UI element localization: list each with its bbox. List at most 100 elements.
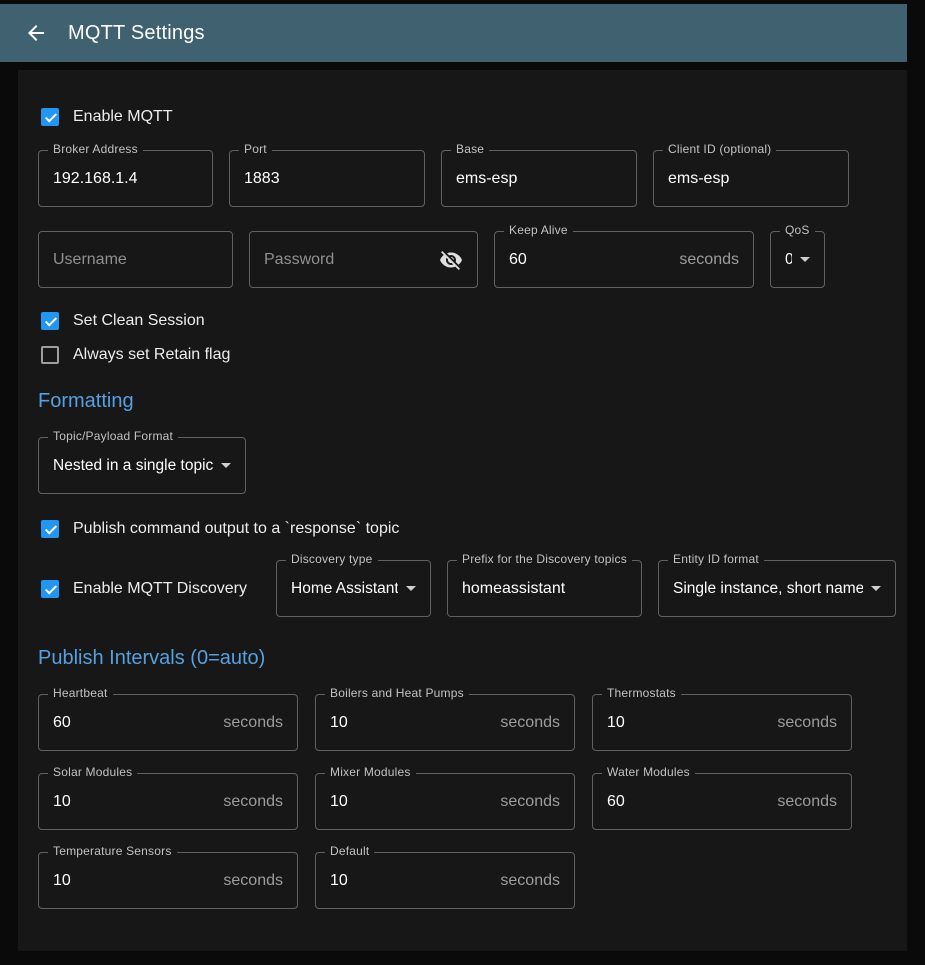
field-label: Mixer Modules — [325, 765, 416, 779]
field-label: Water Modules — [602, 765, 695, 779]
seconds-suffix: seconds — [500, 714, 560, 732]
intervals-grid: Heartbeat seconds Boilers and Heat Pumps… — [38, 694, 887, 909]
mixer-interval-field[interactable]: Mixer Modules seconds — [315, 773, 575, 830]
field-label: Default — [325, 844, 374, 858]
credentials-row: Keep Alive seconds QoS 0 — [38, 231, 887, 288]
keep-alive-input[interactable] — [509, 251, 671, 269]
thermostats-interval-input[interactable] — [607, 714, 769, 732]
base-field[interactable]: Base — [441, 150, 637, 207]
seconds-suffix: seconds — [223, 872, 283, 890]
discovery-prefix-field[interactable]: Prefix for the Discovery topics — [447, 560, 642, 617]
thermostats-interval-field[interactable]: Thermostats seconds — [592, 694, 852, 751]
boilers-interval-field[interactable]: Boilers and Heat Pumps seconds — [315, 694, 575, 751]
clean-session-checkbox[interactable] — [41, 312, 59, 330]
username-input[interactable] — [53, 251, 218, 269]
field-label: Client ID (optional) — [663, 142, 776, 156]
discovery-row: Enable MQTT Discovery Discovery type Hom… — [38, 560, 887, 617]
clean-session-label: Set Clean Session — [73, 312, 205, 330]
discovery-prefix-input[interactable] — [462, 580, 627, 598]
water-interval-input[interactable] — [607, 793, 769, 811]
field-label: Prefix for the Discovery topics — [457, 552, 632, 566]
default-interval-field[interactable]: Default seconds — [315, 852, 575, 909]
chevron-down-icon — [221, 463, 231, 468]
default-interval-input[interactable] — [330, 872, 492, 890]
clean-session-row[interactable]: Set Clean Session — [38, 312, 887, 330]
field-label: Solar Modules — [48, 765, 137, 779]
qos-value: 0 — [785, 251, 792, 269]
field-label: Broker Address — [48, 142, 143, 156]
seconds-suffix: seconds — [223, 714, 283, 732]
enable-mqtt-label: Enable MQTT — [73, 108, 173, 126]
base-input[interactable] — [456, 170, 622, 188]
mqtt-discovery-checkbox[interactable] — [41, 580, 59, 598]
visibility-off-icon — [439, 248, 463, 272]
seconds-suffix: seconds — [679, 251, 739, 269]
field-label: Discovery type — [286, 552, 378, 566]
retain-flag-row[interactable]: Always set Retain flag — [38, 346, 887, 364]
heartbeat-interval-input[interactable] — [53, 714, 215, 732]
username-field[interactable] — [38, 231, 233, 288]
field-label: Base — [451, 142, 489, 156]
page-title: MQTT Settings — [68, 22, 205, 45]
publish-intervals-heading: Publish Intervals (0=auto) — [38, 647, 887, 670]
discovery-type-select[interactable]: Discovery type Home Assistant — [276, 560, 431, 617]
mqtt-discovery-label: Enable MQTT Discovery — [73, 580, 247, 598]
entity-id-format-select[interactable]: Entity ID format Single instance, short … — [658, 560, 896, 617]
field-label: Boilers and Heat Pumps — [325, 686, 469, 700]
mixer-interval-input[interactable] — [330, 793, 492, 811]
publish-response-checkbox[interactable] — [41, 520, 59, 538]
field-label: Entity ID format — [668, 552, 764, 566]
chevron-down-icon — [406, 586, 416, 591]
toggle-password-visibility-button[interactable] — [439, 248, 463, 272]
broker-address-field[interactable]: Broker Address — [38, 150, 213, 207]
topic-payload-format-select[interactable]: Topic/Payload Format Nested in a single … — [38, 437, 246, 494]
seconds-suffix: seconds — [223, 793, 283, 811]
port-input[interactable] — [244, 170, 410, 188]
temperature-sensors-interval-input[interactable] — [53, 872, 215, 890]
formatting-heading: Formatting — [38, 390, 887, 413]
field-label: Heartbeat — [48, 686, 113, 700]
password-input[interactable] — [264, 251, 431, 269]
mqtt-discovery-row[interactable]: Enable MQTT Discovery — [38, 580, 260, 598]
solar-interval-field[interactable]: Solar Modules seconds — [38, 773, 298, 830]
publish-response-row[interactable]: Publish command output to a `response` t… — [38, 520, 887, 538]
temperature-sensors-interval-field[interactable]: Temperature Sensors seconds — [38, 852, 298, 909]
retain-flag-checkbox[interactable] — [41, 346, 59, 364]
client-id-input[interactable] — [668, 170, 834, 188]
field-label: Topic/Payload Format — [48, 429, 178, 443]
chevron-down-icon — [800, 257, 810, 262]
mqtt-settings-panel: Enable MQTT Broker Address Port Base Cli… — [18, 70, 907, 951]
seconds-suffix: seconds — [777, 793, 837, 811]
chevron-down-icon — [871, 586, 881, 591]
field-label: Keep Alive — [504, 223, 573, 237]
field-label: Port — [239, 142, 272, 156]
enable-mqtt-checkbox[interactable] — [41, 108, 59, 126]
client-id-field[interactable]: Client ID (optional) — [653, 150, 849, 207]
broker-address-input[interactable] — [53, 170, 198, 188]
seconds-suffix: seconds — [500, 872, 560, 890]
app-bar: MQTT Settings — [0, 4, 907, 62]
seconds-suffix: seconds — [500, 793, 560, 811]
port-field[interactable]: Port — [229, 150, 425, 207]
qos-select[interactable]: QoS 0 — [770, 231, 825, 288]
field-label: Thermostats — [602, 686, 681, 700]
entity-id-format-value: Single instance, short name — [673, 580, 863, 598]
topic-format-row: Topic/Payload Format Nested in a single … — [38, 437, 887, 494]
keep-alive-field[interactable]: Keep Alive seconds — [494, 231, 754, 288]
solar-interval-input[interactable] — [53, 793, 215, 811]
boilers-interval-input[interactable] — [330, 714, 492, 732]
enable-mqtt-row[interactable]: Enable MQTT — [38, 108, 887, 126]
topic-payload-format-value: Nested in a single topic — [53, 457, 213, 475]
password-field[interactable] — [249, 231, 478, 288]
publish-response-label: Publish command output to a `response` t… — [73, 520, 399, 538]
back-button[interactable] — [16, 13, 56, 53]
broker-row: Broker Address Port Base Client ID (opti… — [38, 150, 887, 207]
seconds-suffix: seconds — [777, 714, 837, 732]
water-interval-field[interactable]: Water Modules seconds — [592, 773, 852, 830]
arrow-left-icon — [24, 21, 48, 45]
discovery-type-value: Home Assistant — [291, 580, 398, 598]
field-label: QoS — [780, 223, 815, 237]
heartbeat-interval-field[interactable]: Heartbeat seconds — [38, 694, 298, 751]
retain-flag-label: Always set Retain flag — [73, 346, 230, 364]
field-label: Temperature Sensors — [48, 844, 177, 858]
